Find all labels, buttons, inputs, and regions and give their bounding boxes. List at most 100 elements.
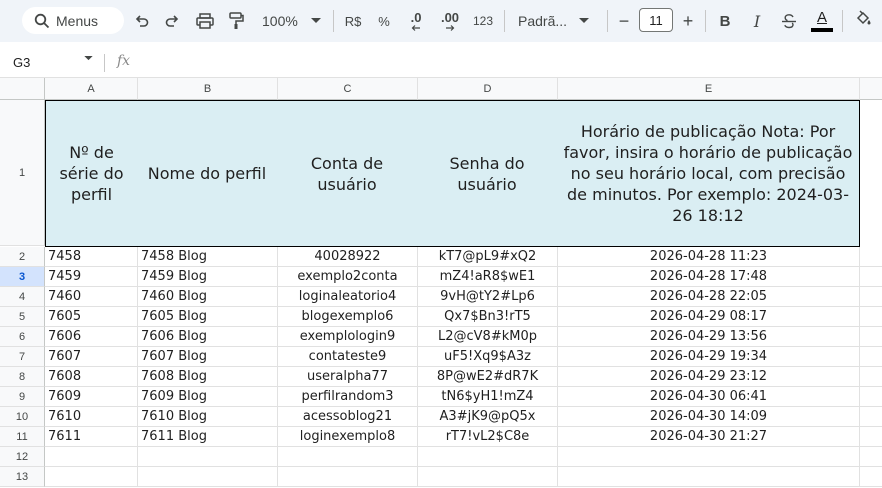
cell-column-f[interactable]	[860, 287, 882, 307]
cell-profile-name[interactable]: 7610 Blog	[138, 407, 278, 427]
undo-icon[interactable]	[132, 10, 152, 32]
cell-publish-time[interactable]: 2026-04-29 19:34	[558, 347, 860, 367]
row-header-4[interactable]: 4	[0, 287, 45, 307]
row-header-1[interactable]: 1	[0, 100, 45, 246]
italic-button[interactable]: I	[746, 10, 768, 32]
cell-column-f[interactable]	[860, 407, 882, 427]
cell-serial[interactable]	[45, 467, 138, 487]
cell-profile-name[interactable]: 7608 Blog	[138, 367, 278, 387]
cell-serial[interactable]: 7606	[45, 327, 138, 347]
column-header-e[interactable]: E	[558, 78, 860, 100]
cell-user-password[interactable]: A3#jK9@pQ5x	[418, 407, 558, 427]
cell-publish-time[interactable]: 2026-04-29 08:17	[558, 307, 860, 327]
cell-column-f[interactable]	[860, 387, 882, 407]
cell-user-account[interactable]: exemplo2conta	[278, 267, 418, 287]
zoom-select[interactable]: 100%	[258, 10, 324, 32]
row-header-7[interactable]: 7	[0, 347, 45, 367]
row-header-13[interactable]: 13	[0, 467, 45, 487]
cell-profile-name[interactable]: 7607 Blog	[138, 347, 278, 367]
cell-publish-time[interactable]	[558, 447, 860, 467]
cell-publish-time[interactable]: 2026-04-30 14:09	[558, 407, 860, 427]
cell-serial[interactable]: 7611	[45, 427, 138, 447]
row-header-5[interactable]: 5	[0, 307, 45, 327]
cell-user-password[interactable]: Qx7$Bn3!rT5	[418, 307, 558, 327]
cell-column-f[interactable]	[860, 467, 882, 487]
cell-publish-time[interactable]: 2026-04-29 23:12	[558, 367, 860, 387]
cell-user-account[interactable]: acessoblog21	[278, 407, 418, 427]
cell-publish-time[interactable]: 2026-04-30 21:27	[558, 427, 860, 447]
cell-user-account[interactable]: perfilrandom3	[278, 387, 418, 407]
font-size-input[interactable]: 11	[639, 8, 673, 32]
cell-column-f[interactable]	[860, 347, 882, 367]
cell-user-password[interactable]: rT7!vL2$C8e	[418, 427, 558, 447]
cell-profile-name[interactable]: 7458 Blog	[138, 247, 278, 267]
select-all-corner[interactable]	[0, 78, 45, 100]
redo-icon[interactable]	[162, 10, 182, 32]
cell-profile-name[interactable]	[138, 447, 278, 467]
name-box-dropdown-icon[interactable]	[84, 56, 93, 61]
cell-column-f[interactable]	[860, 307, 882, 327]
cell-user-password[interactable]: L2@cV8#kM0p	[418, 327, 558, 347]
row-header-9[interactable]: 9	[0, 387, 45, 407]
cell-column-f[interactable]	[860, 367, 882, 387]
increase-font-size-button[interactable]: +	[678, 10, 698, 32]
cell-user-password[interactable]: tN6$yH1!mZ4	[418, 387, 558, 407]
header-cell-publish-time[interactable]: Horário de publicação Nota: Por favor, i…	[557, 100, 860, 247]
cell-user-account[interactable]: 40028922	[278, 247, 418, 267]
formula-input[interactable]	[145, 53, 865, 73]
print-icon[interactable]	[194, 10, 216, 32]
paint-format-icon[interactable]	[226, 10, 246, 32]
percent-format-button[interactable]: %	[374, 10, 394, 32]
cell-user-account[interactable]	[278, 447, 418, 467]
number-format-button[interactable]: 123	[470, 10, 496, 32]
cell-profile-name[interactable]: 7605 Blog	[138, 307, 278, 327]
currency-format-button[interactable]: R$	[340, 10, 366, 32]
row-header-12[interactable]: 12	[0, 447, 45, 467]
cell-serial[interactable]: 7605	[45, 307, 138, 327]
header-cell-profile-name[interactable]: Nome do perfil	[137, 100, 278, 247]
cell-profile-name[interactable]: 7611 Blog	[138, 427, 278, 447]
cell-user-account[interactable]: exemplologin9	[278, 327, 418, 347]
column-header-f[interactable]	[860, 78, 882, 100]
cell-user-password[interactable]: 8P@wE2#dR7K	[418, 367, 558, 387]
row-header-10[interactable]: 10	[0, 407, 45, 427]
cell-serial[interactable]: 7610	[45, 407, 138, 427]
cell-profile-name[interactable]: 7460 Blog	[138, 287, 278, 307]
cell-publish-time[interactable]: 2026-04-28 22:05	[558, 287, 860, 307]
strikethrough-icon[interactable]	[778, 10, 800, 32]
cell-publish-time[interactable]: 2026-04-29 13:56	[558, 327, 860, 347]
cell-serial[interactable]: 7459	[45, 267, 138, 287]
column-header-b[interactable]: B	[138, 78, 278, 100]
cell-serial[interactable]: 7608	[45, 367, 138, 387]
cell-profile-name[interactable]: 7606 Blog	[138, 327, 278, 347]
column-header-a[interactable]: A	[45, 78, 138, 100]
cell-serial[interactable]: 7458	[45, 247, 138, 267]
decrease-font-size-button[interactable]: −	[614, 10, 634, 32]
cell-publish-time[interactable]: 2026-04-28 17:48	[558, 267, 860, 287]
cell-publish-time[interactable]: 2026-04-28 11:23	[558, 247, 860, 267]
header-cell-user-password[interactable]: Senha do usuário	[417, 100, 558, 247]
cell-user-account[interactable]: blogexemplo6	[278, 307, 418, 327]
column-header-d[interactable]: D	[418, 78, 558, 100]
cell-profile-name[interactable]: 7609 Blog	[138, 387, 278, 407]
cell-user-password[interactable]: kT7@pL9#xQ2	[418, 247, 558, 267]
cell-user-password[interactable]: 9vH@tY2#Lp6	[418, 287, 558, 307]
cell-user-password[interactable]: uF5!Xq9$A3z	[418, 347, 558, 367]
cell-serial[interactable]: 7460	[45, 287, 138, 307]
cell-publish-time[interactable]	[558, 467, 860, 487]
cell-user-account[interactable]	[278, 467, 418, 487]
name-box[interactable]: G3	[13, 55, 30, 70]
cell-column-f[interactable]	[860, 327, 882, 347]
cell-user-password[interactable]: mZ4!aR8$wE1	[418, 267, 558, 287]
cell-user-password[interactable]	[418, 467, 558, 487]
row-header-8[interactable]: 8	[0, 367, 45, 387]
cell-serial[interactable]: 7607	[45, 347, 138, 367]
search-menus-button[interactable]: Menus	[22, 7, 124, 34]
cell-publish-time[interactable]: 2026-04-30 06:41	[558, 387, 860, 407]
text-color-icon[interactable]: A	[810, 8, 834, 34]
increase-decimal-button[interactable]: .00	[436, 8, 464, 34]
cell-serial[interactable]	[45, 447, 138, 467]
cell-serial[interactable]: 7609	[45, 387, 138, 407]
cell-column-f[interactable]	[860, 247, 882, 267]
font-family-select[interactable]: Padrã...	[514, 10, 600, 32]
